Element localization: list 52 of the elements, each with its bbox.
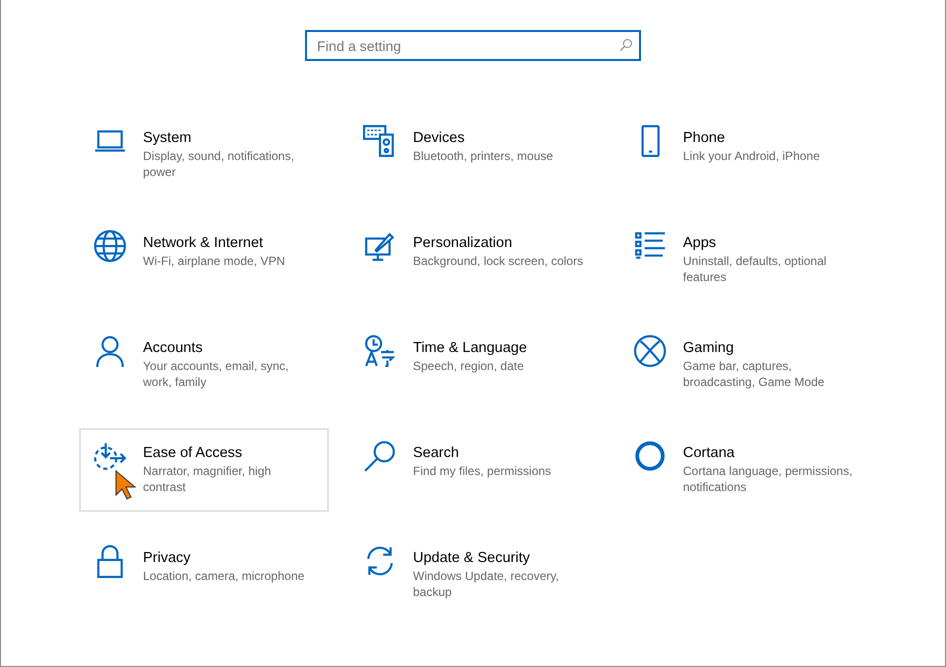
settings-tile[interactable]: Apps Uninstall, defaults, optional features: [619, 218, 869, 302]
tile-title: Accounts: [143, 339, 204, 358]
settings-tile[interactable]: Personalization Background, lock screen, colors: [349, 218, 599, 302]
settings-tile[interactable]: Time & Language Speech, region, date: [349, 323, 599, 407]
clock-letter-icon: [363, 334, 397, 368]
mouse-cursor-icon: [115, 470, 137, 500]
x-circle-icon: [633, 334, 667, 368]
tile-description: Windows Update, recovery, backup: [413, 568, 560, 600]
tile-title: Network & Internet: [143, 234, 264, 253]
settings-tile[interactable]: Gaming Game bar, captures, broadcasting, Game Mode: [619, 323, 869, 407]
keyboard-speaker-icon: [363, 124, 397, 158]
tile-title: System: [143, 129, 192, 148]
tile-description: Find my files, permissions: [413, 463, 552, 479]
settings-tile[interactable]: Accounts Your accounts, email, sync, work, family: [79, 323, 329, 407]
circle-icon: [633, 439, 667, 473]
tile-description: Uninstall, defaults, optional features: [683, 253, 828, 285]
tile-title: Cortana: [683, 444, 736, 463]
tile-description: Cortana language, permissions, notifications: [683, 463, 854, 495]
tile-title: Privacy: [143, 549, 192, 568]
tile-description: Link your Android, iPhone: [683, 148, 821, 164]
tile-title: Devices: [413, 129, 466, 148]
settings-tile[interactable]: Ease of Access Narrator, magnifier, high contrast: [79, 428, 329, 512]
tile-title: Apps: [683, 234, 718, 253]
tile-title: Ease of Access: [143, 444, 244, 463]
settings-tile[interactable]: System Display, sound, notifications, power: [79, 113, 329, 197]
settings-tile[interactable]: Cortana Cortana language, permissions, notifications: [619, 428, 869, 512]
settings-tile[interactable]: Devices Bluetooth, printers, mouse: [349, 113, 599, 197]
tile-description: Game bar, captures, broadcasting, Game Mode: [683, 358, 826, 390]
tile-description: Wi-Fi, airplane mode, VPN: [143, 253, 286, 269]
tile-description: Speech, region, date: [413, 358, 525, 374]
tile-title: Personalization: [413, 234, 514, 253]
person-icon: [93, 334, 127, 368]
settings-tile[interactable]: Network & Internet Wi-Fi, airplane mode, VPN: [79, 218, 329, 302]
tile-description: Bluetooth, printers, mouse: [413, 148, 554, 164]
settings-tile[interactable]: Phone Link your Android, iPhone: [619, 113, 869, 197]
tile-title: Search: [413, 444, 460, 463]
globe-icon: [93, 229, 127, 263]
settings-tile[interactable]: Privacy Location, camera, microphone: [79, 533, 329, 617]
tile-description: Background, lock screen, colors: [413, 253, 584, 269]
settings-tile[interactable]: Search Find my files, permissions: [349, 428, 599, 512]
search-field[interactable]: Find a setting: [305, 30, 641, 61]
settings-tile[interactable]: Update & Security Windows Update, recovery, backup: [349, 533, 599, 617]
tile-title: Gaming: [683, 339, 735, 358]
search-icon: [363, 439, 397, 473]
tile-title: Phone: [683, 129, 726, 148]
search-icon: [619, 38, 633, 52]
tile-title: Update & Security: [413, 549, 531, 568]
tile-description: Location, camera, microphone: [143, 568, 306, 584]
tile-description: Your accounts, email, sync, work, family: [143, 358, 290, 390]
tile-title: Time & Language: [413, 339, 528, 358]
tile-description: Narrator, magnifier, high contrast: [143, 463, 272, 495]
tile-description: Display, sound, notifications, power: [143, 148, 296, 180]
